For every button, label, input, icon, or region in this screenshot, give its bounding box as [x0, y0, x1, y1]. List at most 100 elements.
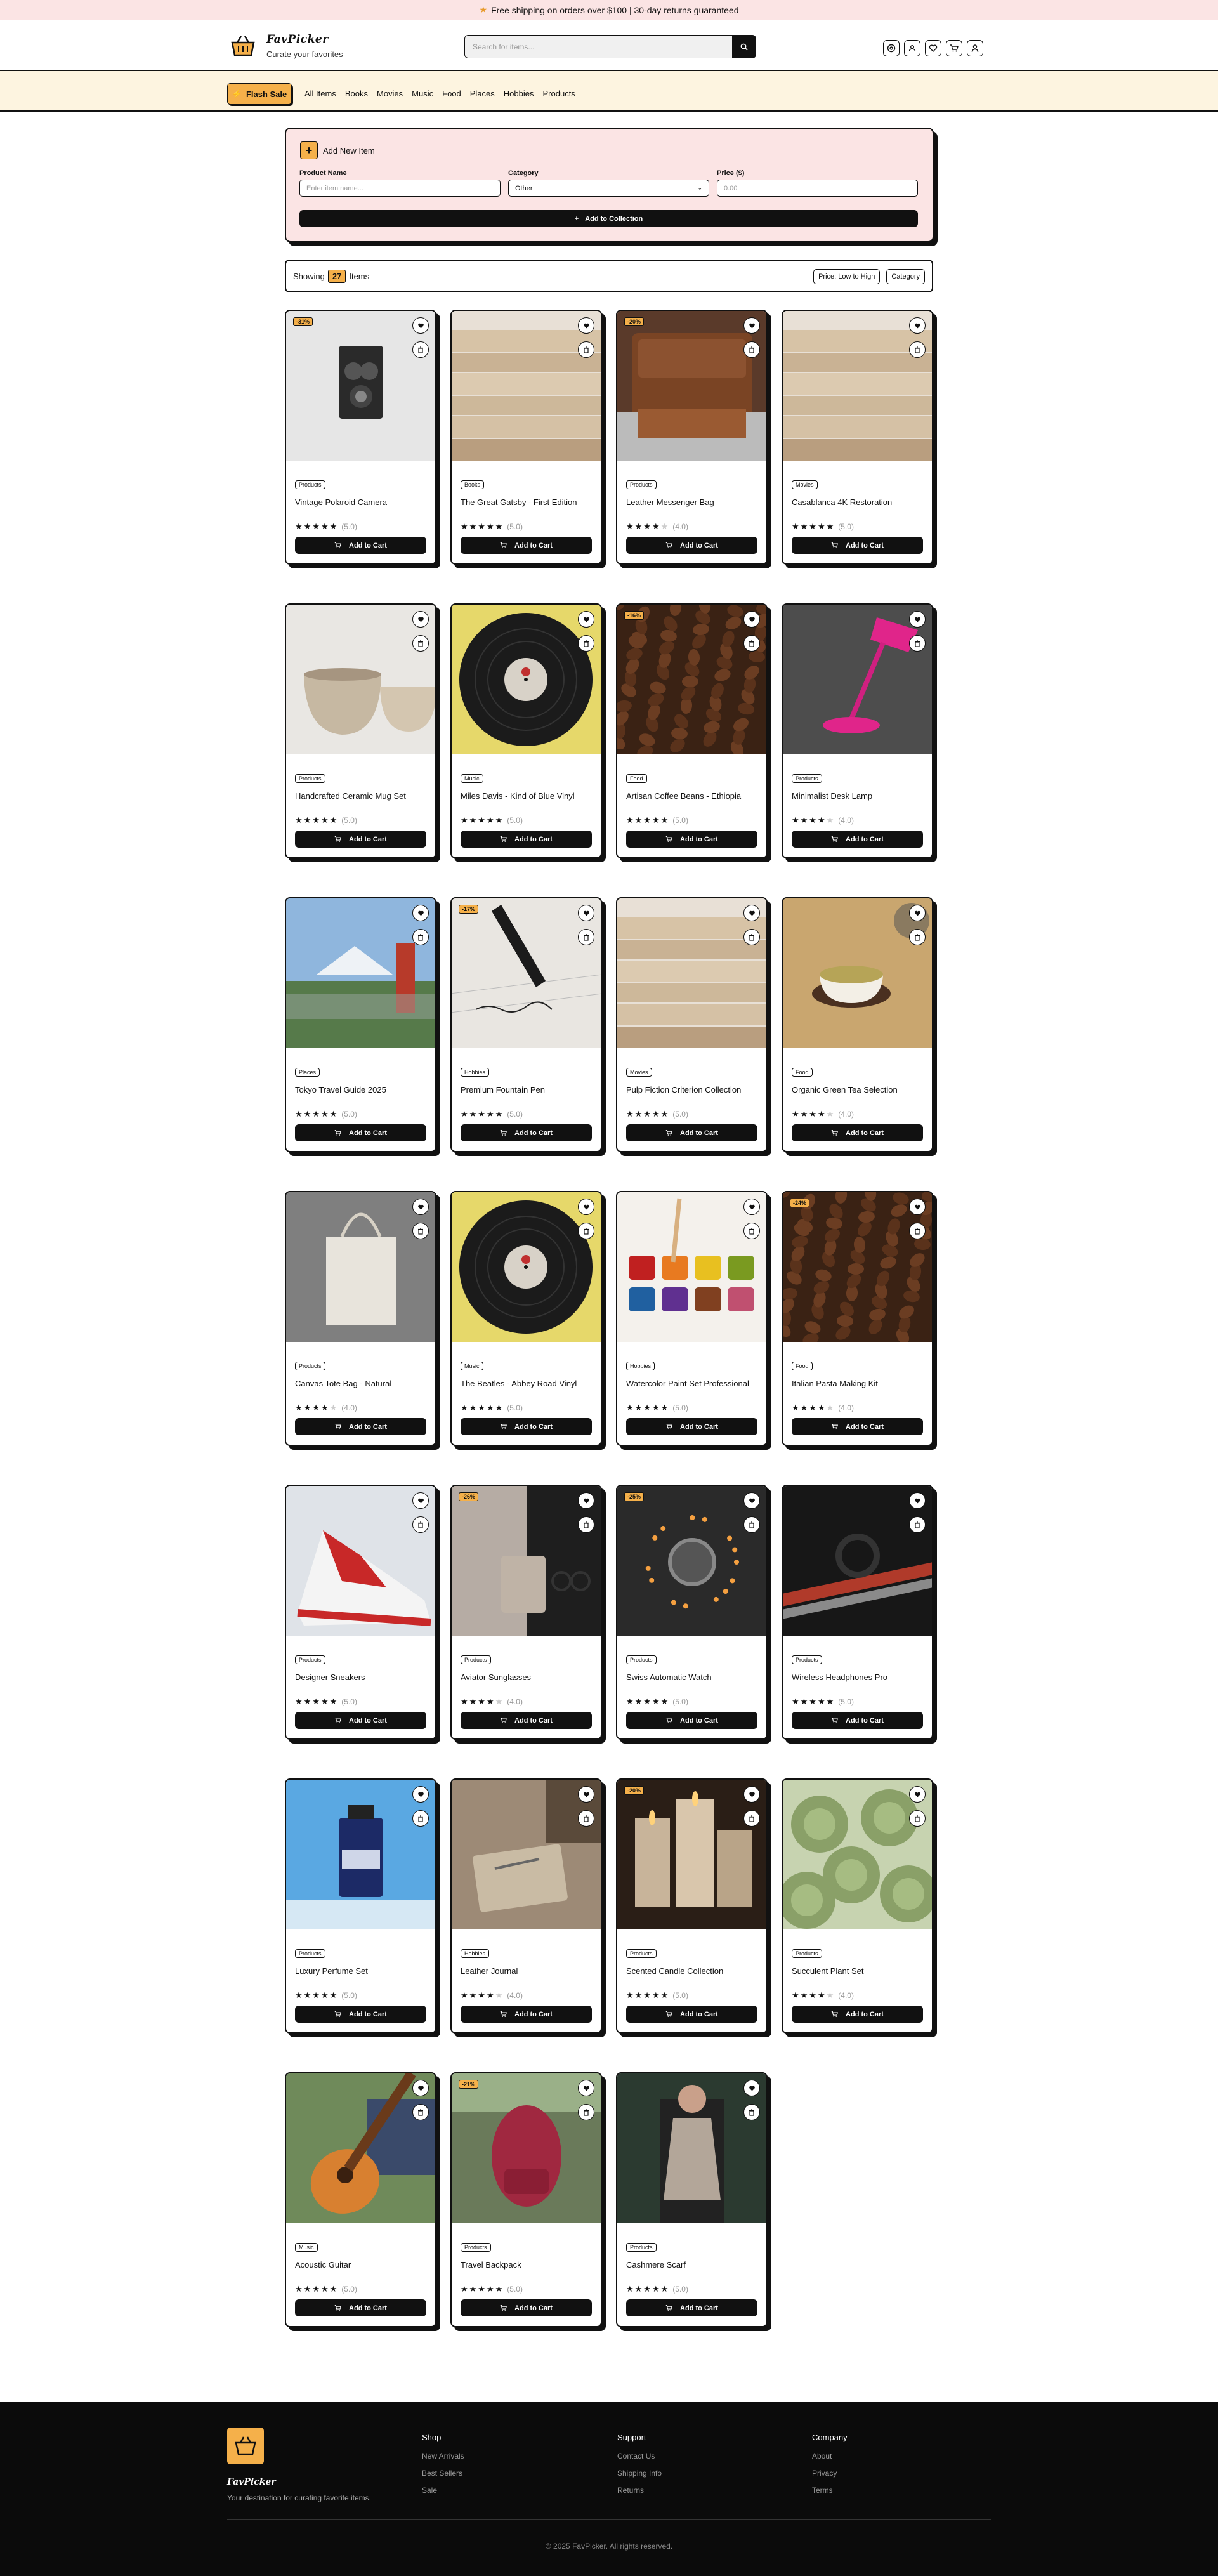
trash-icon[interactable] — [743, 341, 760, 358]
product-name[interactable]: Aviator Sunglasses — [461, 1672, 592, 1682]
product-image[interactable] — [783, 311, 932, 461]
product-name[interactable]: Italian Pasta Making Kit — [792, 1379, 923, 1388]
product-card[interactable]: Music Acoustic Guitar ★★★★★(5.0) $279.00… — [285, 2072, 436, 2327]
trash-icon[interactable] — [578, 1516, 594, 1533]
nav-item-music[interactable]: Music — [412, 89, 433, 98]
footer-link[interactable]: Contact Us — [617, 2452, 662, 2461]
add-to-cart-button[interactable]: Add to Cart — [792, 2006, 923, 2023]
trash-icon[interactable] — [412, 1516, 429, 1533]
trash-icon[interactable] — [909, 1516, 926, 1533]
user-icon[interactable] — [967, 40, 983, 56]
product-name[interactable]: Designer Sneakers — [295, 1672, 426, 1682]
heart-icon[interactable] — [743, 2080, 760, 2096]
heart-icon[interactable] — [412, 1492, 429, 1509]
footer-link[interactable]: Best Sellers — [422, 2469, 464, 2478]
product-card[interactable]: -20% Products Scented Candle Collection … — [616, 1778, 768, 2034]
heart-icon[interactable] — [925, 40, 941, 56]
product-image[interactable] — [452, 898, 601, 1048]
product-image[interactable] — [617, 311, 766, 461]
add-to-cart-button[interactable]: Add to Cart — [792, 537, 923, 554]
product-name[interactable]: Casablanca 4K Restoration — [792, 497, 923, 507]
heart-icon[interactable] — [412, 2080, 429, 2096]
product-image[interactable] — [783, 1192, 932, 1342]
product-name[interactable]: Tokyo Travel Guide 2025 — [295, 1085, 426, 1094]
product-card[interactable]: -16% Food Artisan Coffee Beans - Ethiopi… — [616, 603, 768, 858]
product-image[interactable] — [783, 898, 932, 1048]
add-to-cart-button[interactable]: Add to Cart — [295, 2006, 426, 2023]
product-card[interactable]: -24% Food Italian Pasta Making Kit ★★★★ ★… — [782, 1191, 933, 1446]
add-to-cart-button[interactable]: Add to Cart — [626, 537, 757, 554]
user-group-icon[interactable] — [904, 40, 920, 56]
product-name-input[interactable]: Enter item name... — [299, 180, 501, 197]
product-image[interactable] — [783, 1486, 932, 1636]
add-to-cart-button[interactable]: Add to Cart — [295, 831, 426, 848]
product-card[interactable]: -17% Hobbies Premium Fountain Pen ★★★★★(… — [450, 897, 602, 1152]
gear-icon[interactable] — [883, 40, 900, 56]
product-image[interactable] — [617, 2073, 766, 2223]
flash-sale-button[interactable]: ⚡ Flash Sale — [227, 83, 292, 105]
product-image[interactable] — [617, 898, 766, 1048]
heart-icon[interactable] — [743, 317, 760, 334]
heart-icon[interactable] — [909, 317, 926, 334]
trash-icon[interactable] — [909, 1810, 926, 1827]
trash-icon[interactable] — [412, 635, 429, 652]
trash-icon[interactable] — [743, 1516, 760, 1533]
trash-icon[interactable] — [412, 341, 429, 358]
footer-link[interactable]: Returns — [617, 2486, 662, 2495]
heart-icon[interactable] — [412, 611, 429, 628]
heart-icon[interactable] — [743, 611, 760, 628]
product-image[interactable] — [452, 311, 601, 461]
add-to-cart-button[interactable]: Add to Cart — [461, 1124, 592, 1141]
trash-icon[interactable] — [412, 2104, 429, 2120]
product-image[interactable] — [452, 1780, 601, 1929]
heart-icon[interactable] — [909, 611, 926, 628]
product-name[interactable]: Canvas Tote Bag - Natural — [295, 1379, 426, 1388]
product-name[interactable]: Artisan Coffee Beans - Ethiopia — [626, 791, 757, 801]
product-name[interactable]: Cashmere Scarf — [626, 2260, 757, 2270]
product-card[interactable]: -21% Products Travel Backpack ★★★★★ (5.0)… — [450, 2072, 602, 2327]
footer-link[interactable]: New Arrivals — [422, 2452, 464, 2461]
product-name[interactable]: Watercolor Paint Set Professional — [626, 1379, 757, 1388]
product-name[interactable]: Miles Davis - Kind of Blue Vinyl — [461, 791, 592, 801]
product-name[interactable]: Wireless Headphones Pro — [792, 1672, 923, 1682]
trash-icon[interactable] — [412, 929, 429, 945]
product-card[interactable]: -20% Products Leather Messenger Bag ★★★★… — [616, 310, 768, 565]
product-card[interactable]: Products Wireless Headphones Pro ★★★★★ (5… — [782, 1485, 933, 1740]
search-button[interactable] — [732, 35, 756, 58]
add-to-cart-button[interactable]: Add to Cart — [792, 1712, 923, 1729]
product-card[interactable]: Products Succulent Plant Set ★★★★ ★ (4.0) … — [782, 1778, 933, 2034]
trash-icon[interactable] — [909, 635, 926, 652]
product-card[interactable]: -25% Products Swiss Automatic Watch ★★★★… — [616, 1485, 768, 1740]
product-card[interactable]: Music Miles Davis - Kind of Blue Vinyl ★… — [450, 603, 602, 858]
product-card[interactable]: Books The Great Gatsby - First Edition ★… — [450, 310, 602, 565]
add-to-cart-button[interactable]: Add to Cart — [295, 1124, 426, 1141]
trash-icon[interactable] — [743, 1223, 760, 1239]
heart-icon[interactable] — [578, 1786, 594, 1803]
product-image[interactable] — [617, 1486, 766, 1636]
product-card[interactable]: Hobbies Watercolor Paint Set Professiona… — [616, 1191, 768, 1446]
add-to-cart-button[interactable]: Add to Cart — [792, 831, 923, 848]
sort-price-button[interactable]: Price: Low to High — [813, 269, 881, 284]
nav-item-products[interactable]: Products — [543, 89, 575, 98]
nav-item-food[interactable]: Food — [442, 89, 461, 98]
product-name[interactable]: Pulp Fiction Criterion Collection — [626, 1085, 757, 1094]
nav-item-books[interactable]: Books — [345, 89, 368, 98]
product-image[interactable] — [617, 605, 766, 754]
product-card[interactable]: Food Organic Green Tea Selection ★★★★ ★ (4… — [782, 897, 933, 1152]
product-image[interactable] — [286, 1192, 435, 1342]
add-to-cart-button[interactable]: Add to Cart — [461, 1712, 592, 1729]
heart-icon[interactable] — [412, 317, 429, 334]
trash-icon[interactable] — [909, 1223, 926, 1239]
product-card[interactable]: Movies Pulp Fiction Criterion Collection… — [616, 897, 768, 1152]
category-select[interactable]: Other ⌄ — [508, 180, 709, 197]
trash-icon[interactable] — [578, 341, 594, 358]
search-input[interactable] — [464, 35, 732, 58]
product-image[interactable] — [286, 311, 435, 461]
product-name[interactable]: Acoustic Guitar — [295, 2260, 426, 2270]
add-to-cart-button[interactable]: Add to Cart — [461, 2006, 592, 2023]
add-to-cart-button[interactable]: Add to Cart — [295, 1418, 426, 1435]
footer-link[interactable]: Terms — [812, 2486, 848, 2495]
product-card[interactable]: Movies Casablanca 4K Restoration ★★★★★ (5… — [782, 310, 933, 565]
nav-item-movies[interactable]: Movies — [377, 89, 403, 98]
footer-link[interactable]: Sale — [422, 2486, 464, 2495]
